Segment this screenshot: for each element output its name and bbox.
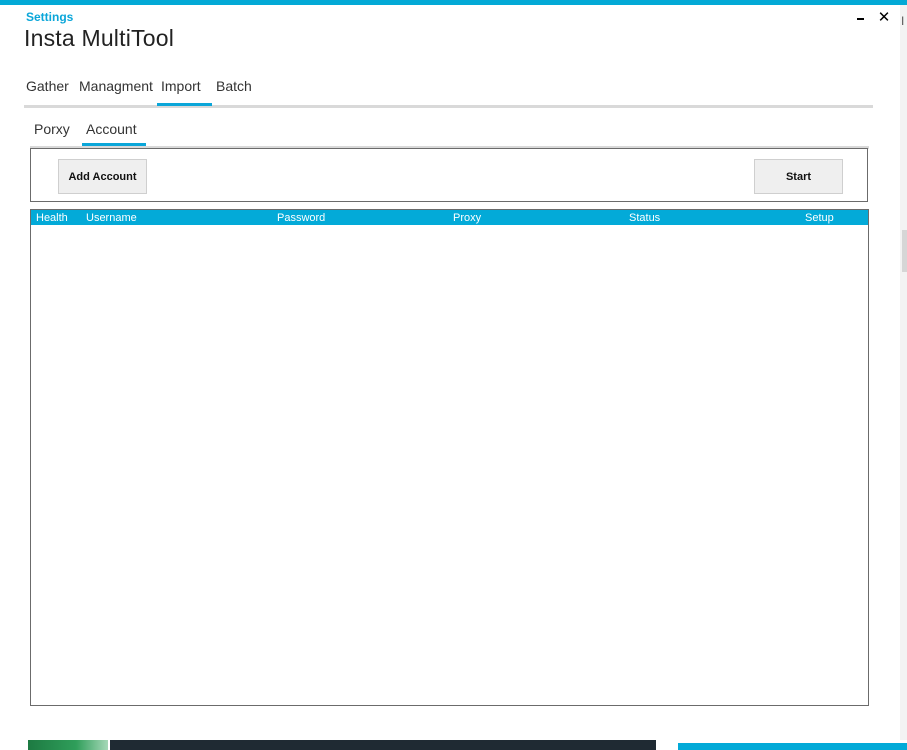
accounts-table[interactable]: Health Username Password Proxy Status Se…	[30, 209, 869, 706]
main-tab-bar: Gather Managment Import Batch	[24, 75, 873, 108]
minimize-icon	[856, 18, 864, 21]
column-header-password[interactable]: Password	[277, 211, 325, 225]
column-header-setup[interactable]: Setup	[805, 211, 834, 225]
tab-import[interactable]: Import	[157, 78, 212, 106]
table-header: Health Username Password Proxy Status Se…	[31, 210, 868, 225]
add-account-button[interactable]: Add Account	[58, 159, 147, 194]
start-button[interactable]: Start	[754, 159, 843, 194]
tab-batch[interactable]: Batch	[216, 78, 252, 100]
sub-tab-bar: Porxy Account	[30, 118, 869, 149]
tab-gather[interactable]: Gather	[26, 78, 69, 100]
taskbar-window-preview[interactable]	[678, 743, 907, 750]
tab-account[interactable]: Account	[82, 121, 146, 146]
account-toolbar: Add Account Start	[30, 148, 868, 202]
close-button[interactable]: ✕	[875, 9, 893, 27]
app-title: Insta MultiTool	[24, 25, 175, 51]
settings-link[interactable]: Settings	[26, 10, 73, 24]
minimize-button[interactable]	[851, 9, 869, 27]
column-header-status[interactable]: Status	[629, 211, 660, 225]
column-header-proxy[interactable]: Proxy	[453, 211, 481, 225]
close-icon: ✕	[877, 9, 891, 26]
column-header-username[interactable]: Username	[86, 211, 137, 225]
taskbar-area	[110, 740, 656, 750]
background-window-edge	[900, 5, 907, 740]
background-window-glyph: I	[901, 15, 905, 27]
tab-managment[interactable]: Managment	[79, 78, 153, 100]
tab-porxy[interactable]: Porxy	[34, 121, 70, 137]
taskbar-excel-icon[interactable]	[28, 740, 108, 750]
background-scrollbar[interactable]	[902, 230, 907, 272]
column-header-health[interactable]: Health	[36, 211, 68, 225]
